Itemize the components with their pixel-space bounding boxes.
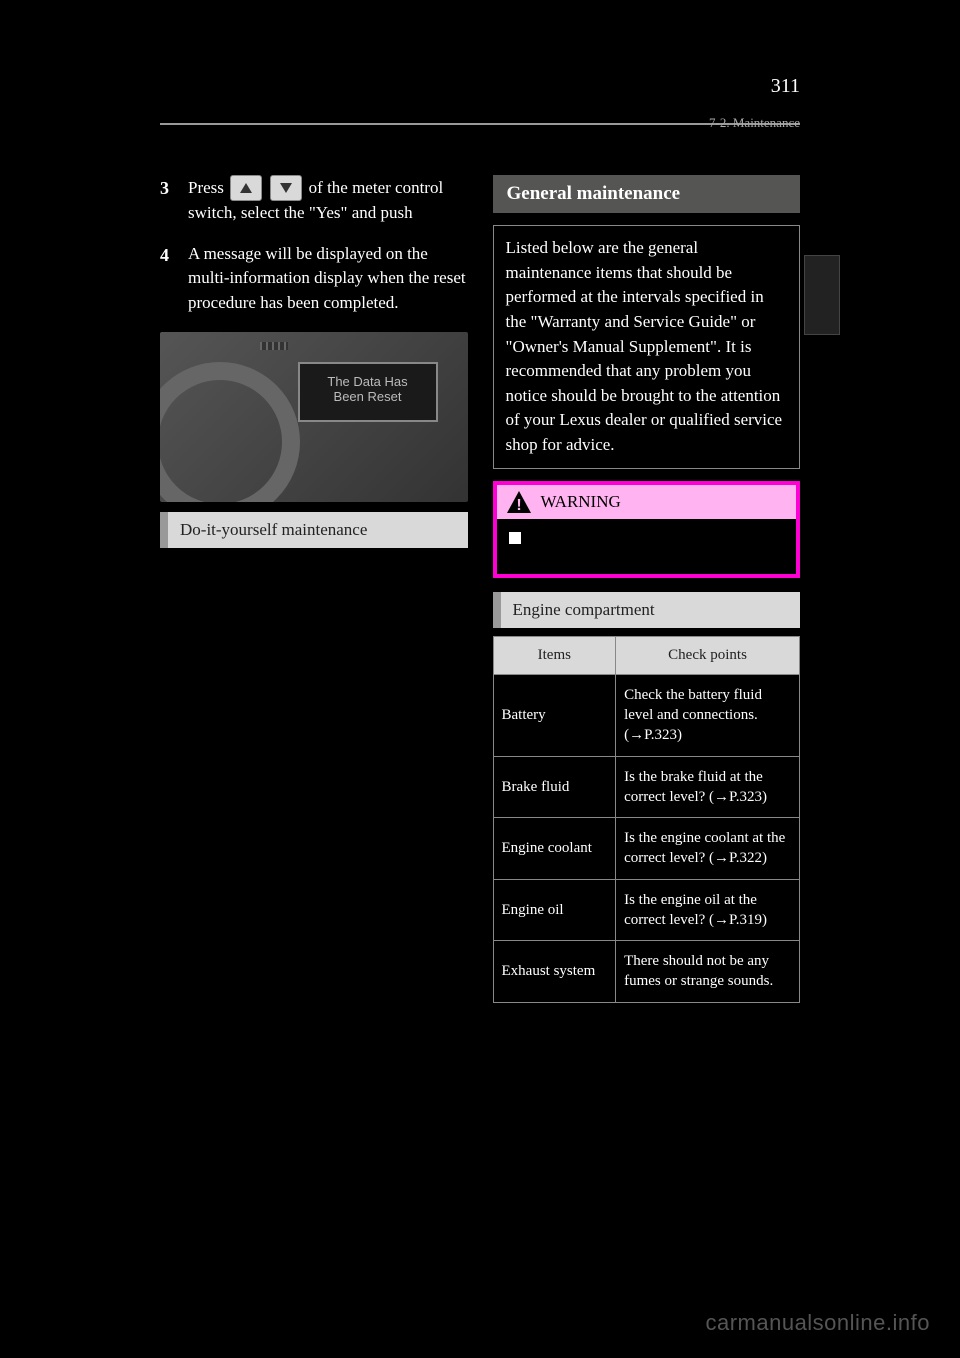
item-cell: Brake fluid — [493, 756, 616, 818]
warning-label: WARNING — [541, 492, 621, 512]
step-body: Press of the meter control switch, selec… — [188, 175, 468, 226]
left-column: 3 Press of the meter control switch, sel… — [160, 175, 468, 1003]
step-number: 3 — [160, 175, 178, 226]
page-number: 311 — [771, 75, 800, 98]
col-header-items: Items — [493, 636, 616, 674]
engine-check-table: Items Check points Battery Check the bat… — [493, 636, 801, 1003]
dash-screen-line1: The Data Has — [300, 374, 436, 389]
table-row: Engine coolant Is the engine coolant at … — [493, 818, 800, 880]
item-cell: Battery — [493, 674, 616, 756]
section-title: Do-it-yourself maintenance — [168, 512, 468, 548]
svg-text:!: ! — [516, 497, 521, 513]
diy-paragraph: If you perform maintenance yourself, be … — [160, 558, 468, 635]
diy-maintenance-heading: Do-it-yourself maintenance — [160, 512, 468, 548]
warning-triangle-icon: ! — [507, 491, 531, 513]
item-cell: Exhaust system — [493, 941, 616, 1003]
check-cell: Check the battery fluid level and connec… — [616, 674, 800, 756]
dash-screen-line2: Been Reset — [300, 389, 436, 404]
step-4: 4 A message will be displayed on the mul… — [160, 242, 468, 316]
check-cell: There should not be any fumes or strange… — [616, 941, 800, 1003]
bullet-square-icon — [509, 532, 521, 544]
table-header-row: Items Check points — [493, 636, 800, 674]
check-cell: Is the brake fluid at the correct level?… — [616, 756, 800, 818]
manual-page: 311 7-2. Maintenance 3 Press of the mete… — [160, 75, 800, 1208]
check-cell: Is the engine oil at the correct level? … — [616, 879, 800, 941]
item-cell: Engine coolant — [493, 818, 616, 880]
section-accent-bar — [493, 592, 501, 628]
general-maintenance-heading: General maintenance — [493, 175, 801, 213]
dash-vents-graphic — [260, 342, 288, 350]
item-cell: Engine oil — [493, 879, 616, 941]
section-title: Engine compartment — [501, 592, 801, 628]
col-header-checkpoints: Check points — [616, 636, 800, 674]
warning-text: If the engine is running — [533, 529, 682, 546]
step-pre-text: Press — [188, 178, 228, 197]
dashboard-illustration: The Data Has Been Reset — [160, 332, 468, 502]
table-row: Exhaust system There should not be any f… — [493, 941, 800, 1003]
page-header: 311 7-2. Maintenance — [160, 75, 800, 125]
check-cell: Is the engine coolant at the correct lev… — [616, 818, 800, 880]
content-columns: 3 Press of the meter control switch, sel… — [160, 175, 800, 1003]
table-row: Brake fluid Is the brake fluid at the co… — [493, 756, 800, 818]
breadcrumb: 7-2. Maintenance — [709, 115, 800, 131]
table-row: Battery Check the battery fluid level an… — [493, 674, 800, 756]
dash-display-screen: The Data Has Been Reset — [298, 362, 438, 422]
step-body: A message will be displayed on the multi… — [188, 242, 468, 316]
engine-compartment-heading: Engine compartment — [493, 592, 801, 628]
warning-box: ! WARNING If the engine is running — [493, 481, 801, 578]
meter-up-icon — [230, 175, 262, 201]
right-column: General maintenance Listed below are the… — [493, 175, 801, 1003]
steering-wheel-graphic — [160, 362, 300, 502]
step-number: 4 — [160, 242, 178, 316]
warning-header: ! WARNING — [497, 485, 797, 519]
chapter-side-tab — [804, 255, 840, 335]
meter-down-icon — [270, 175, 302, 201]
watermark-text: carmanualsonline.info — [705, 1310, 930, 1336]
section-accent-bar — [160, 512, 168, 548]
general-maintenance-intro: Listed below are the general maintenance… — [493, 225, 801, 469]
table-row: Engine oil Is the engine oil at the corr… — [493, 879, 800, 941]
warning-body: If the engine is running — [497, 519, 797, 574]
step-3: 3 Press of the meter control switch, sel… — [160, 175, 468, 226]
